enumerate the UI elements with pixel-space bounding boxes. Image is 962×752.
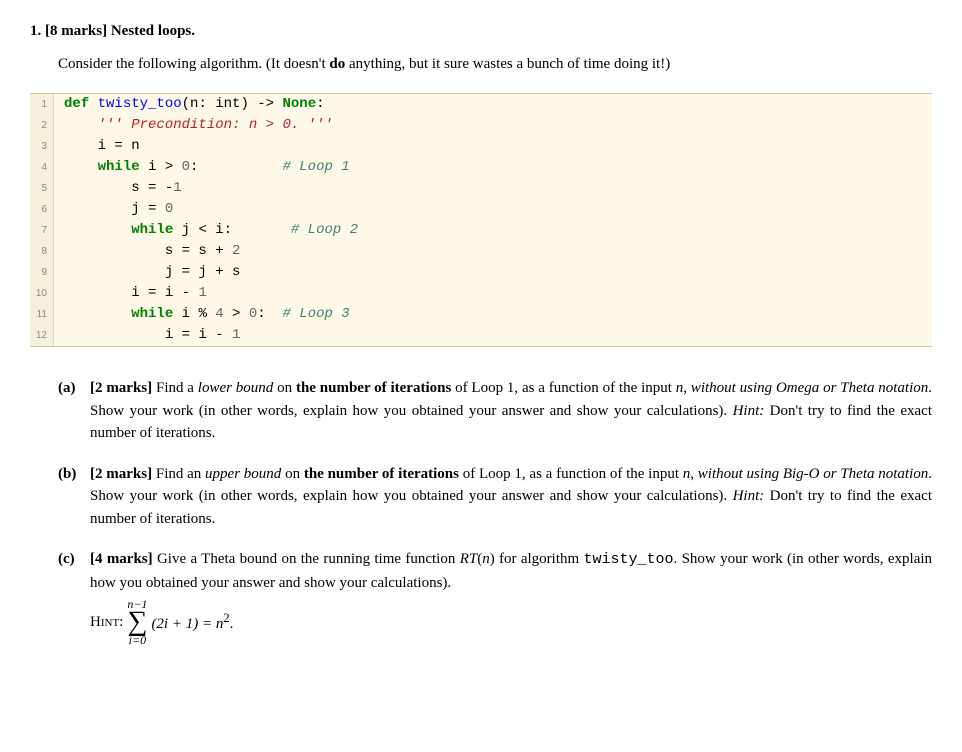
code-content: i = i - 1 xyxy=(54,283,207,304)
code-line: 2 ''' Precondition: n > 0. ''' xyxy=(30,115,932,136)
subquestions: (a) [2 marks] Find a lower bound on the … xyxy=(58,377,932,647)
code-line: 1 def twisty_too(n: int) -> None: xyxy=(30,94,932,115)
subq-body: [4 marks] Give a Theta bound on the runn… xyxy=(90,548,932,647)
code-line: 6 j = 0 xyxy=(30,199,932,220)
question-marks: [8 marks] xyxy=(45,23,107,39)
code-line: 12 i = i - 1 xyxy=(30,325,932,346)
subquestion-b: (b) [2 marks] Find an upper bound on the… xyxy=(58,463,932,531)
sigma-icon: ∑ xyxy=(127,611,147,633)
code-content: while i % 4 > 0: # Loop 3 xyxy=(54,304,350,325)
subquestion-a: (a) [2 marks] Find a lower bound on the … xyxy=(58,377,932,445)
code-content: j = j + s xyxy=(54,262,240,283)
question-number: 1. xyxy=(30,23,41,39)
line-number: 2 xyxy=(30,115,54,136)
line-number: 1 xyxy=(30,94,54,115)
code-line: 9 j = j + s xyxy=(30,262,932,283)
code-line: 4 while i > 0: # Loop 1 xyxy=(30,157,932,178)
line-number: 9 xyxy=(30,262,54,283)
code-line: 8 s = s + 2 xyxy=(30,241,932,262)
sum-expression: (2i + 1) = n2. xyxy=(151,609,233,636)
code-block: 1 def twisty_too(n: int) -> None: 2 ''' … xyxy=(30,93,932,347)
code-line: 11 while i % 4 > 0: # Loop 3 xyxy=(30,304,932,325)
code-content: s = s + 2 xyxy=(54,241,240,262)
subq-label: (c) xyxy=(58,548,82,647)
line-number: 12 xyxy=(30,325,54,346)
intro-text-pre: Consider the following algorithm. (It do… xyxy=(58,56,329,72)
line-number: 3 xyxy=(30,136,54,157)
code-line: 10 i = i - 1 xyxy=(30,283,932,304)
code-content: while j < i: # Loop 2 xyxy=(54,220,358,241)
code-line: 7 while j < i: # Loop 2 xyxy=(30,220,932,241)
code-content: j = 0 xyxy=(54,199,173,220)
line-number: 8 xyxy=(30,241,54,262)
line-number: 5 xyxy=(30,178,54,199)
subq-label: (b) xyxy=(58,463,82,531)
code-content: def twisty_too(n: int) -> None: xyxy=(54,94,325,115)
subq-marks: [2 marks] xyxy=(90,380,152,396)
subquestion-c: (c) [4 marks] Give a Theta bound on the … xyxy=(58,548,932,647)
sum-lower: i=0 xyxy=(129,634,146,647)
subq-marks: [2 marks] xyxy=(90,466,152,482)
code-content: while i > 0: # Loop 1 xyxy=(54,157,350,178)
code-content: ''' Precondition: n > 0. ''' xyxy=(54,115,333,136)
subq-body: [2 marks] Find a lower bound on the numb… xyxy=(90,377,932,445)
summation-icon: n−1 ∑ i=0 xyxy=(127,598,147,647)
code-content: i = n xyxy=(54,136,140,157)
hint-label: Hint: xyxy=(90,611,123,634)
intro-text-post: anything, but it sure wastes a bunch of … xyxy=(345,56,670,72)
hint-formula: Hint: n−1 ∑ i=0 (2i + 1) = n2. xyxy=(90,598,932,647)
subq-body: [2 marks] Find an upper bound on the num… xyxy=(90,463,932,531)
code-content: s = -1 xyxy=(54,178,182,199)
line-number: 11 xyxy=(30,304,54,325)
code-content: i = i - 1 xyxy=(54,325,240,346)
intro-bold: do xyxy=(329,56,345,72)
line-number: 4 xyxy=(30,157,54,178)
question-intro: Consider the following algorithm. (It do… xyxy=(58,53,932,76)
question-title: Nested loops. xyxy=(111,23,195,39)
code-line: 5 s = -1 xyxy=(30,178,932,199)
subq-marks: [4 marks] xyxy=(90,551,153,567)
line-number: 6 xyxy=(30,199,54,220)
question-header: 1. [8 marks] Nested loops. xyxy=(30,20,932,43)
code-line: 3 i = n xyxy=(30,136,932,157)
line-number: 7 xyxy=(30,220,54,241)
subq-label: (a) xyxy=(58,377,82,445)
line-number: 10 xyxy=(30,283,54,304)
